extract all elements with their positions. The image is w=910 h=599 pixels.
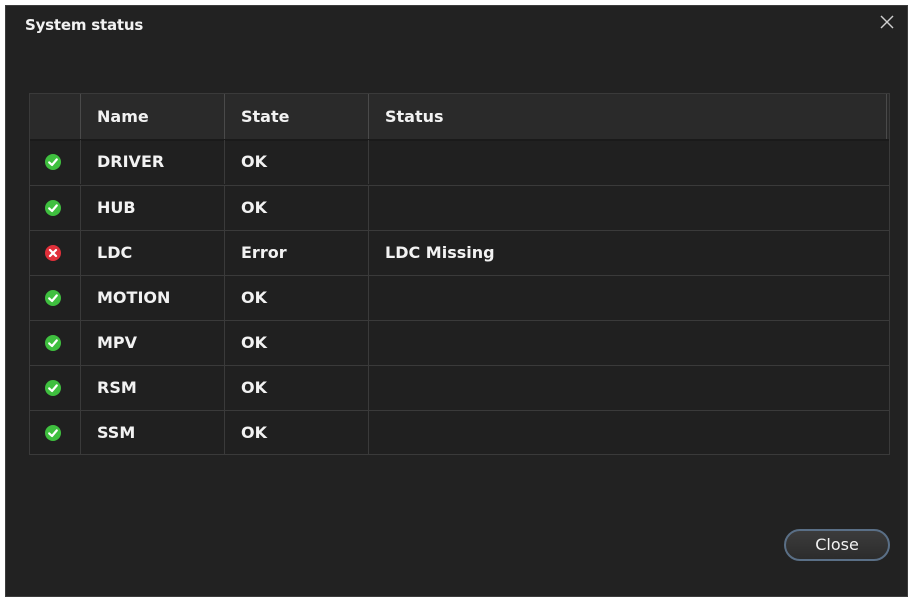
row-name: LDC (80, 231, 224, 275)
row-state: OK (224, 366, 368, 410)
row-state: Error (224, 231, 368, 275)
row-name: MPV (80, 321, 224, 365)
header-status[interactable]: Status (368, 94, 887, 139)
row-name: MOTION (80, 276, 224, 320)
table-header: Name State Status (30, 94, 889, 141)
error-circle-icon (30, 231, 80, 275)
table-row[interactable]: RSM OK (30, 365, 889, 410)
table-row[interactable]: MPV OK (30, 320, 889, 365)
row-name: RSM (80, 366, 224, 410)
system-status-dialog: System status Name State Status DRIVER OK… (5, 5, 908, 597)
row-status (368, 140, 889, 184)
table-row[interactable]: SSM OK (30, 410, 889, 455)
row-status (368, 276, 889, 320)
check-circle-icon (30, 411, 80, 455)
row-status: LDC Missing (368, 231, 889, 275)
row-status (368, 411, 889, 455)
close-button[interactable]: Close (784, 529, 890, 561)
check-circle-icon (30, 366, 80, 410)
row-state: OK (224, 276, 368, 320)
check-circle-icon (30, 186, 80, 230)
close-icon[interactable] (877, 12, 897, 32)
header-state[interactable]: State (224, 94, 368, 139)
check-circle-icon (30, 276, 80, 320)
table-row[interactable]: MOTION OK (30, 275, 889, 320)
row-status (368, 186, 889, 230)
check-circle-icon (30, 321, 80, 365)
table-row[interactable]: LDC Error LDC Missing (30, 230, 889, 275)
row-name: DRIVER (80, 140, 224, 184)
status-table: Name State Status DRIVER OK HUB OK LDC Error L… (29, 93, 890, 455)
table-row[interactable]: HUB OK (30, 185, 889, 230)
row-state: OK (224, 321, 368, 365)
row-name: SSM (80, 411, 224, 455)
dialog-title: System status (25, 16, 144, 34)
row-status (368, 366, 889, 410)
table-row[interactable]: DRIVER OK (30, 140, 889, 185)
header-icon-column (30, 94, 80, 139)
row-state: OK (224, 411, 368, 455)
check-circle-icon (30, 140, 80, 184)
row-state: OK (224, 186, 368, 230)
row-name: HUB (80, 186, 224, 230)
row-state: OK (224, 140, 368, 184)
row-status (368, 321, 889, 365)
header-name[interactable]: Name (80, 94, 224, 139)
